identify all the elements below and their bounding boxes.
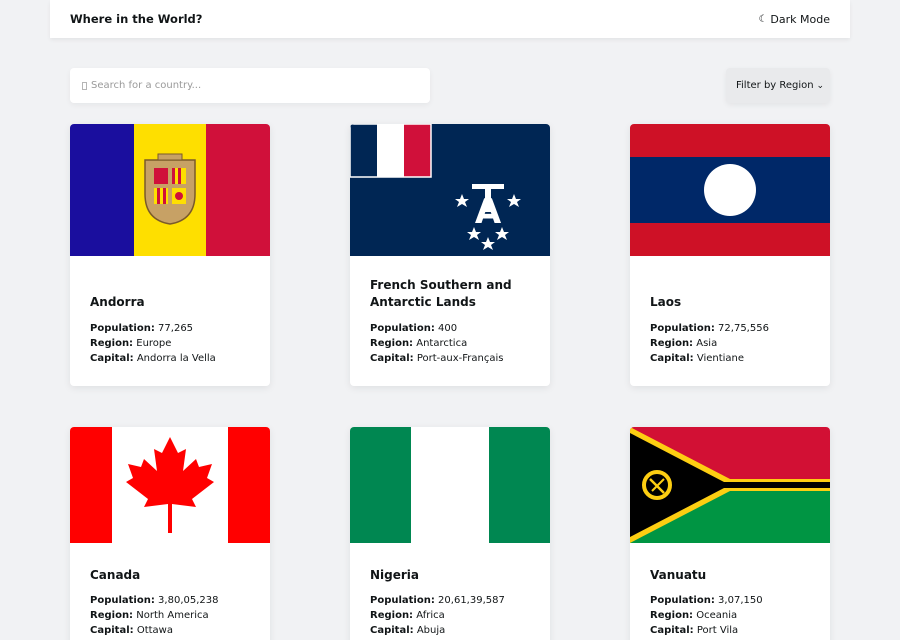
- country-name: Laos: [650, 295, 682, 309]
- capital-line: Capital: Port-aux-Français: [370, 353, 504, 364]
- country-card-andorra[interactable]: Andorra Population: 77,265 Region: Europ…: [70, 124, 270, 386]
- region-line: Region: Africa: [370, 610, 445, 621]
- country-name: Andorra: [90, 295, 145, 309]
- search-input[interactable]: [91, 80, 411, 91]
- french-southern-flag-icon: A: [350, 124, 550, 256]
- country-card-laos[interactable]: Laos Population: 72,75,556 Region: Asia …: [630, 124, 830, 386]
- capital-line: Capital: Ottawa: [90, 625, 173, 636]
- header-bar: Where in the World? ☾ Dark Mode: [50, 0, 850, 38]
- chevron-down-icon: ⌄: [816, 80, 824, 91]
- population-line: Population: 400: [370, 323, 458, 334]
- search-icon: [82, 81, 87, 90]
- laos-flag-icon: [630, 124, 830, 256]
- country-card-nigeria[interactable]: Nigeria Population: 20,61,39,587 Region:…: [350, 427, 550, 640]
- population-line: Population: 20,61,39,587: [370, 595, 505, 606]
- population-line: Population: 77,265: [90, 323, 194, 334]
- dark-mode-label: Dark Mode: [770, 12, 830, 26]
- capital-line: Capital: Port Vila: [650, 625, 739, 636]
- andorra-flag-icon: [70, 124, 270, 256]
- region-line: Region: North America: [90, 610, 209, 621]
- population-line: Population: 3,80,05,238: [90, 595, 219, 606]
- country-card-vanuatu[interactable]: Vanuatu Population: 3,07,150 Region: Oce…: [630, 427, 830, 640]
- country-name: French Southern and Antarctic Lands: [370, 278, 512, 309]
- country-card-canada[interactable]: Canada Population: 3,80,05,238 Region: N…: [70, 427, 270, 640]
- region-filter-label: Filter by Region: [736, 80, 814, 91]
- capital-line: Capital: Andorra la Vella: [90, 353, 216, 364]
- region-line: Region: Antarctica: [370, 338, 468, 349]
- canada-flag-icon: [70, 427, 270, 543]
- moon-icon: ☾: [758, 13, 768, 25]
- vanuatu-flag-icon: [630, 427, 830, 543]
- population-line: Population: 72,75,556: [650, 323, 769, 334]
- app-title: Where in the World?: [70, 12, 203, 26]
- nigeria-flag-icon: [350, 427, 550, 543]
- country-name: Canada: [90, 568, 141, 582]
- country-card-french-southern[interactable]: A French Southern and Antarctic Lands Po…: [350, 124, 550, 386]
- country-name: Nigeria: [370, 568, 420, 582]
- population-line: Population: 3,07,150: [650, 595, 763, 606]
- region-line: Region: Asia: [650, 338, 718, 349]
- country-name: Vanuatu: [650, 568, 707, 582]
- region-line: Region: Europe: [90, 338, 172, 349]
- capital-line: Capital: Abuja: [370, 625, 446, 636]
- dark-mode-toggle[interactable]: ☾ Dark Mode: [758, 13, 830, 26]
- region-line: Region: Oceania: [650, 610, 738, 621]
- capital-line: Capital: Vientiane: [650, 353, 745, 364]
- region-filter-select[interactable]: Filter by Region ⌄: [726, 68, 830, 103]
- search-box[interactable]: [70, 68, 430, 103]
